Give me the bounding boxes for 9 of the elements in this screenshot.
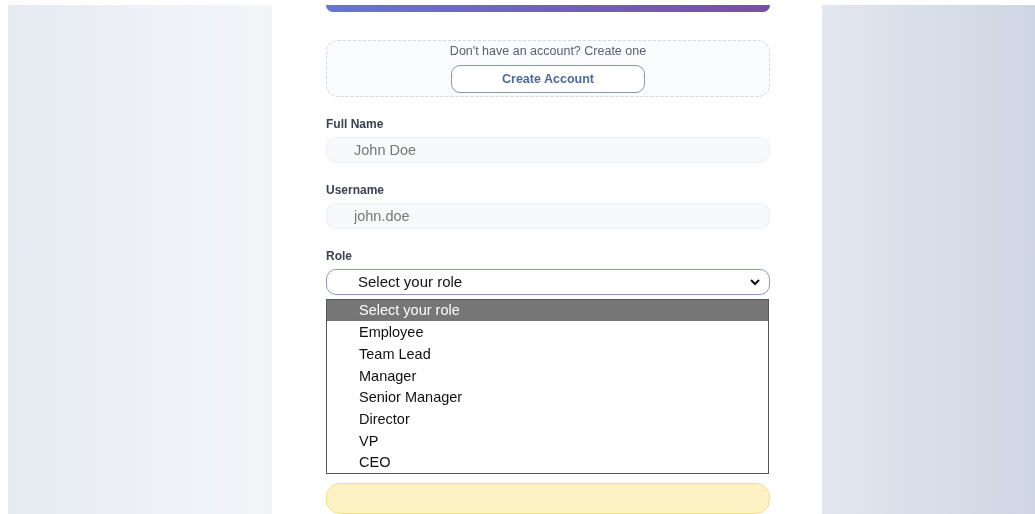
dropdown-option[interactable]: Select your role — [327, 299, 768, 322]
input-field[interactable]: John Doe — [326, 137, 770, 163]
field-label: Full Name — [326, 117, 385, 132]
signup-prompt: Don't have an account? Create one — [449, 44, 647, 59]
create-account-button[interactable]: Create Account — [451, 65, 645, 94]
field-label: Username — [326, 182, 386, 197]
field-label: Role — [326, 248, 353, 263]
input-field[interactable]: john.doe — [326, 202, 770, 229]
role-select[interactable]: Select your role — [326, 268, 770, 295]
